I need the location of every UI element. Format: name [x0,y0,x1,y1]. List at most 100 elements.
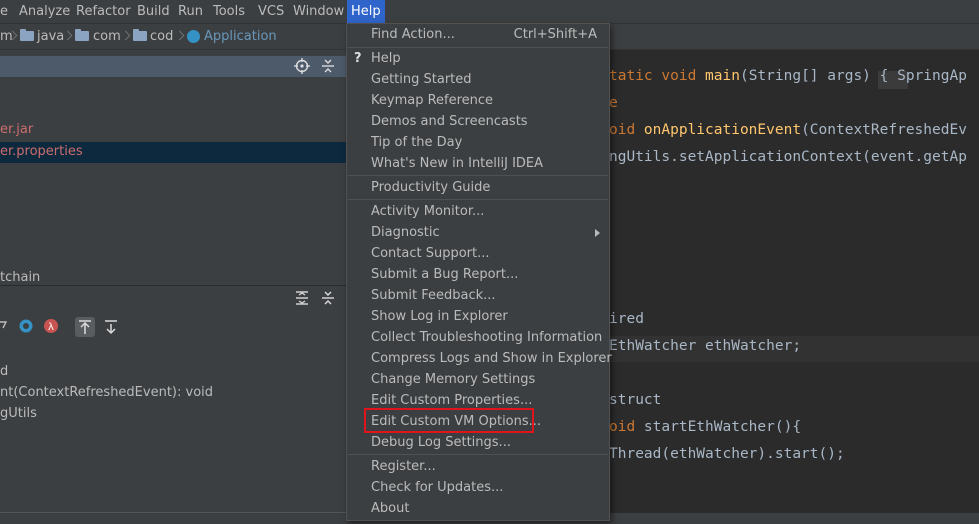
expand-all-icon[interactable] [294,290,310,306]
menu-item-label: Collect Troubleshooting Information [371,330,603,345]
menu-item-contact-support[interactable]: Contact Support... [347,243,609,264]
menu-item-submit-bug[interactable]: Submit a Bug Report... [347,264,609,285]
code-token: tatic [609,68,662,84]
menu-item-label: Keymap Reference [371,93,494,108]
menu-bar: e Analyze Refactor Build Run Tools VCS W… [0,0,979,24]
project-panel-header [0,56,346,77]
code-line: struct [609,392,661,408]
lambda-icon[interactable]: λ [43,318,59,334]
breadcrumb-item-java[interactable]: java [37,24,64,49]
code-token: setApplicationContext(event.getAp [678,149,967,165]
menu-item-getting-started[interactable]: Getting Started [347,69,609,90]
menu-window[interactable]: Window [293,0,344,23]
menu-tools[interactable]: Tools [213,0,245,23]
code-token: ired [609,311,644,327]
collapse-all-icon[interactable] [320,58,336,74]
code-line: tatic void main(String[] args) { SpringA… [609,68,967,84]
sort-up-icon [79,320,91,334]
tree-item-properties[interactable]: er.properties [0,144,83,159]
sort-down-icon [105,320,117,335]
menu-item-diagnostic[interactable]: Diagnostic [347,222,609,243]
tree-item-toolchain[interactable]: tchain [0,270,40,285]
menu-item-help[interactable]: ? Help [347,48,609,69]
menu-item-label: Compress Logs and Show in Explorer [371,351,612,366]
code-token: void [661,68,706,84]
menu-item-label: Tip of the Day [371,135,463,150]
menu-analyze[interactable]: Analyze [19,0,70,23]
help-icon: ? [354,51,362,66]
code-token: e [609,95,618,111]
menu-item-label: Demos and Screencasts [371,114,528,129]
code-token: ngUtils. [609,149,679,165]
code-line: Thread(ethWatcher).start(); [609,446,845,462]
code-token: oid [609,419,644,435]
breadcrumb-item-com[interactable]: com [93,24,121,49]
menu-item-label: Activity Monitor... [371,204,485,219]
structure-item[interactable]: nt(ContextRefreshedEvent): void [0,385,213,400]
menu-separator [348,175,608,176]
chevron-right-icon [64,30,70,42]
tree-item-jar[interactable]: er.jar [0,122,33,137]
folder-icon [133,29,147,41]
chevron-right-icon [176,30,182,42]
menu-vcs[interactable]: VCS [258,0,284,23]
code-line: EthWatcher ethWatcher; [609,338,801,354]
menu-item-collect-info[interactable]: Collect Troubleshooting Information [347,327,609,348]
breadcrumb-item-cod[interactable]: cod [150,24,173,49]
svg-text:λ: λ [48,322,54,333]
menu-help[interactable]: Help [347,0,385,23]
menu-item-label: What's New in IntelliJ IDEA [371,156,544,171]
menu-build[interactable]: Build [137,0,170,23]
code-token: (ContextRefreshedEv [801,122,967,138]
menu-item-label: Contact Support... [371,246,490,261]
sort-top-button[interactable] [75,317,95,337]
structure-panel-header [0,286,346,308]
menu-item-about[interactable]: About [347,498,609,519]
breadcrumb-item-application[interactable]: Application [204,24,277,49]
wrench-icon[interactable] [0,318,16,334]
structure-item[interactable]: gUtils [0,406,37,421]
menu-item-label: Check for Updates... [371,480,504,495]
folder-icon [75,29,89,41]
menu-item-activity-monitor[interactable]: Activity Monitor... [347,201,609,222]
code-token: onApplicationEvent [643,122,802,138]
structure-item[interactable]: d [0,364,8,379]
menu-item-label: Submit Feedback... [371,288,496,303]
code-line: oid onApplicationEvent(ContextRefreshedE… [609,122,967,138]
sort-bottom-button[interactable] [101,317,121,337]
menu-item-compress-logs[interactable]: Compress Logs and Show in Explorer [347,348,612,369]
code-token: oid [609,122,644,138]
chevron-right-icon [9,30,15,42]
menu-item-show-log[interactable]: Show Log in Explorer [347,306,609,327]
menu-item-register[interactable]: Register... [347,456,609,477]
folder-icon [20,29,34,41]
menu-item-label: Debug Log Settings... [371,435,511,450]
code-line: ired [609,311,644,327]
menu-item-tip-of-day[interactable]: Tip of the Day [347,132,609,153]
menu-refactor[interactable]: Refactor [76,0,131,23]
menu-item-whats-new[interactable]: What's New in IntelliJ IDEA [347,153,609,174]
crosshair-icon[interactable] [294,58,310,74]
menu-item-label: Getting Started [371,72,472,87]
code-token: main [705,68,740,84]
menu-item-debug-log-settings[interactable]: Debug Log Settings... [347,432,609,453]
menu-item-keymap-reference[interactable]: Keymap Reference [347,90,609,111]
menu-item-label: About [371,501,410,516]
menu-separator [348,199,608,200]
menu-item-find-action[interactable]: Find Action... Ctrl+Shift+A [347,24,609,45]
menu-item-change-memory[interactable]: Change Memory Settings [347,369,609,390]
circle-filter-icon[interactable] [18,318,34,334]
menu-item-label: Register... [371,459,436,474]
menu-item-label: Find Action... [371,27,455,42]
menu-item-demos[interactable]: Demos and Screencasts [347,111,609,132]
code-token: startEthWatcher(){ [643,419,802,435]
menu-edit[interactable]: e [0,0,8,23]
collapse-all-icon[interactable] [320,290,336,306]
menu-item-productivity-guide[interactable]: Productivity Guide [347,177,609,198]
menu-separator [348,454,608,455]
menu-item-label: Diagnostic [371,225,440,240]
menu-item-label: Productivity Guide [371,180,491,195]
menu-run[interactable]: Run [178,0,203,23]
menu-item-check-updates[interactable]: Check for Updates... [347,477,609,498]
menu-item-submit-feedback[interactable]: Submit Feedback... [347,285,609,306]
